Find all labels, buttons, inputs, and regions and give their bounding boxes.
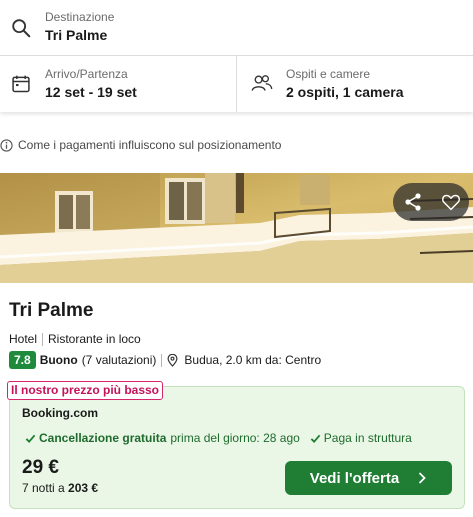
chevron-right-icon [419, 472, 426, 484]
search-icon [12, 19, 31, 38]
heart-icon [442, 194, 460, 211]
check-icon [310, 434, 321, 443]
rating-row: 7.8 Buono (7 valutazioni) Budua, 2.0 km … [9, 351, 321, 369]
nights-text: 7 notti a [22, 481, 65, 495]
guests-label: Ospiti e camere [286, 67, 371, 81]
cancellation-deadline: prima del giorno: 28 ago [170, 431, 300, 445]
ranking-info-link[interactable]: Come i pagamenti influiscono sul posizio… [0, 136, 281, 154]
guests-value: 2 ospiti, 1 camera [286, 84, 404, 100]
review-count: (7 valutazioni) [81, 353, 157, 367]
free-cancellation: Cancellazione gratuita [39, 431, 167, 445]
hotel-location: Budua, 2.0 km da: Centro [184, 353, 322, 367]
hotel-name[interactable]: Tri Palme [9, 300, 94, 322]
deal-perks: Cancellazione gratuita prima del giorno:… [25, 431, 412, 445]
destination-field[interactable]: Destinazione Tri Palme [0, 0, 473, 56]
total-price-line: 7 notti a 203 € [22, 481, 98, 495]
dates-label: Arrivo/Partenza [45, 67, 128, 81]
share-icon [405, 193, 421, 211]
best-price-badge: Il nostro prezzo più basso [7, 381, 164, 400]
share-button[interactable] [393, 183, 433, 221]
rating-word: Buono [39, 353, 78, 367]
hotel-type-row: Hotel Ristorante in loco [9, 332, 141, 346]
destination-value: Tri Palme [45, 27, 108, 43]
check-icon [25, 434, 36, 443]
total-price: 203 € [68, 481, 99, 495]
score-badge: 7.8 [9, 351, 36, 369]
view-deal-label: Vedi l'offerta [309, 469, 400, 487]
calendar-icon [12, 75, 30, 93]
divider [161, 353, 163, 367]
ranking-info-text: Come i pagamenti influiscono sul posizio… [18, 138, 282, 152]
provider-name: Booking.com [22, 406, 99, 420]
search-summary: Destinazione Tri Palme Arrivo/Partenza 1… [0, 0, 473, 112]
nightly-price: 29 € [22, 457, 59, 478]
users-icon [251, 75, 273, 91]
destination-label: Destinazione [45, 10, 115, 24]
hotel-type: Hotel [9, 332, 38, 346]
info-icon [0, 138, 13, 152]
divider [42, 332, 44, 346]
view-deal-button[interactable]: Vedi l'offerta [285, 461, 452, 495]
guests-field[interactable]: Ospiti e camere 2 ospiti, 1 camera [237, 56, 473, 112]
map-pin-icon [167, 353, 178, 367]
dates-value: 12 set - 19 set [45, 84, 137, 100]
pay-at-property: Paga in struttura [323, 431, 412, 445]
hotel-feature: Ristorante in loco [48, 332, 141, 346]
dates-field[interactable]: Arrivo/Partenza 12 set - 19 set [0, 56, 237, 112]
